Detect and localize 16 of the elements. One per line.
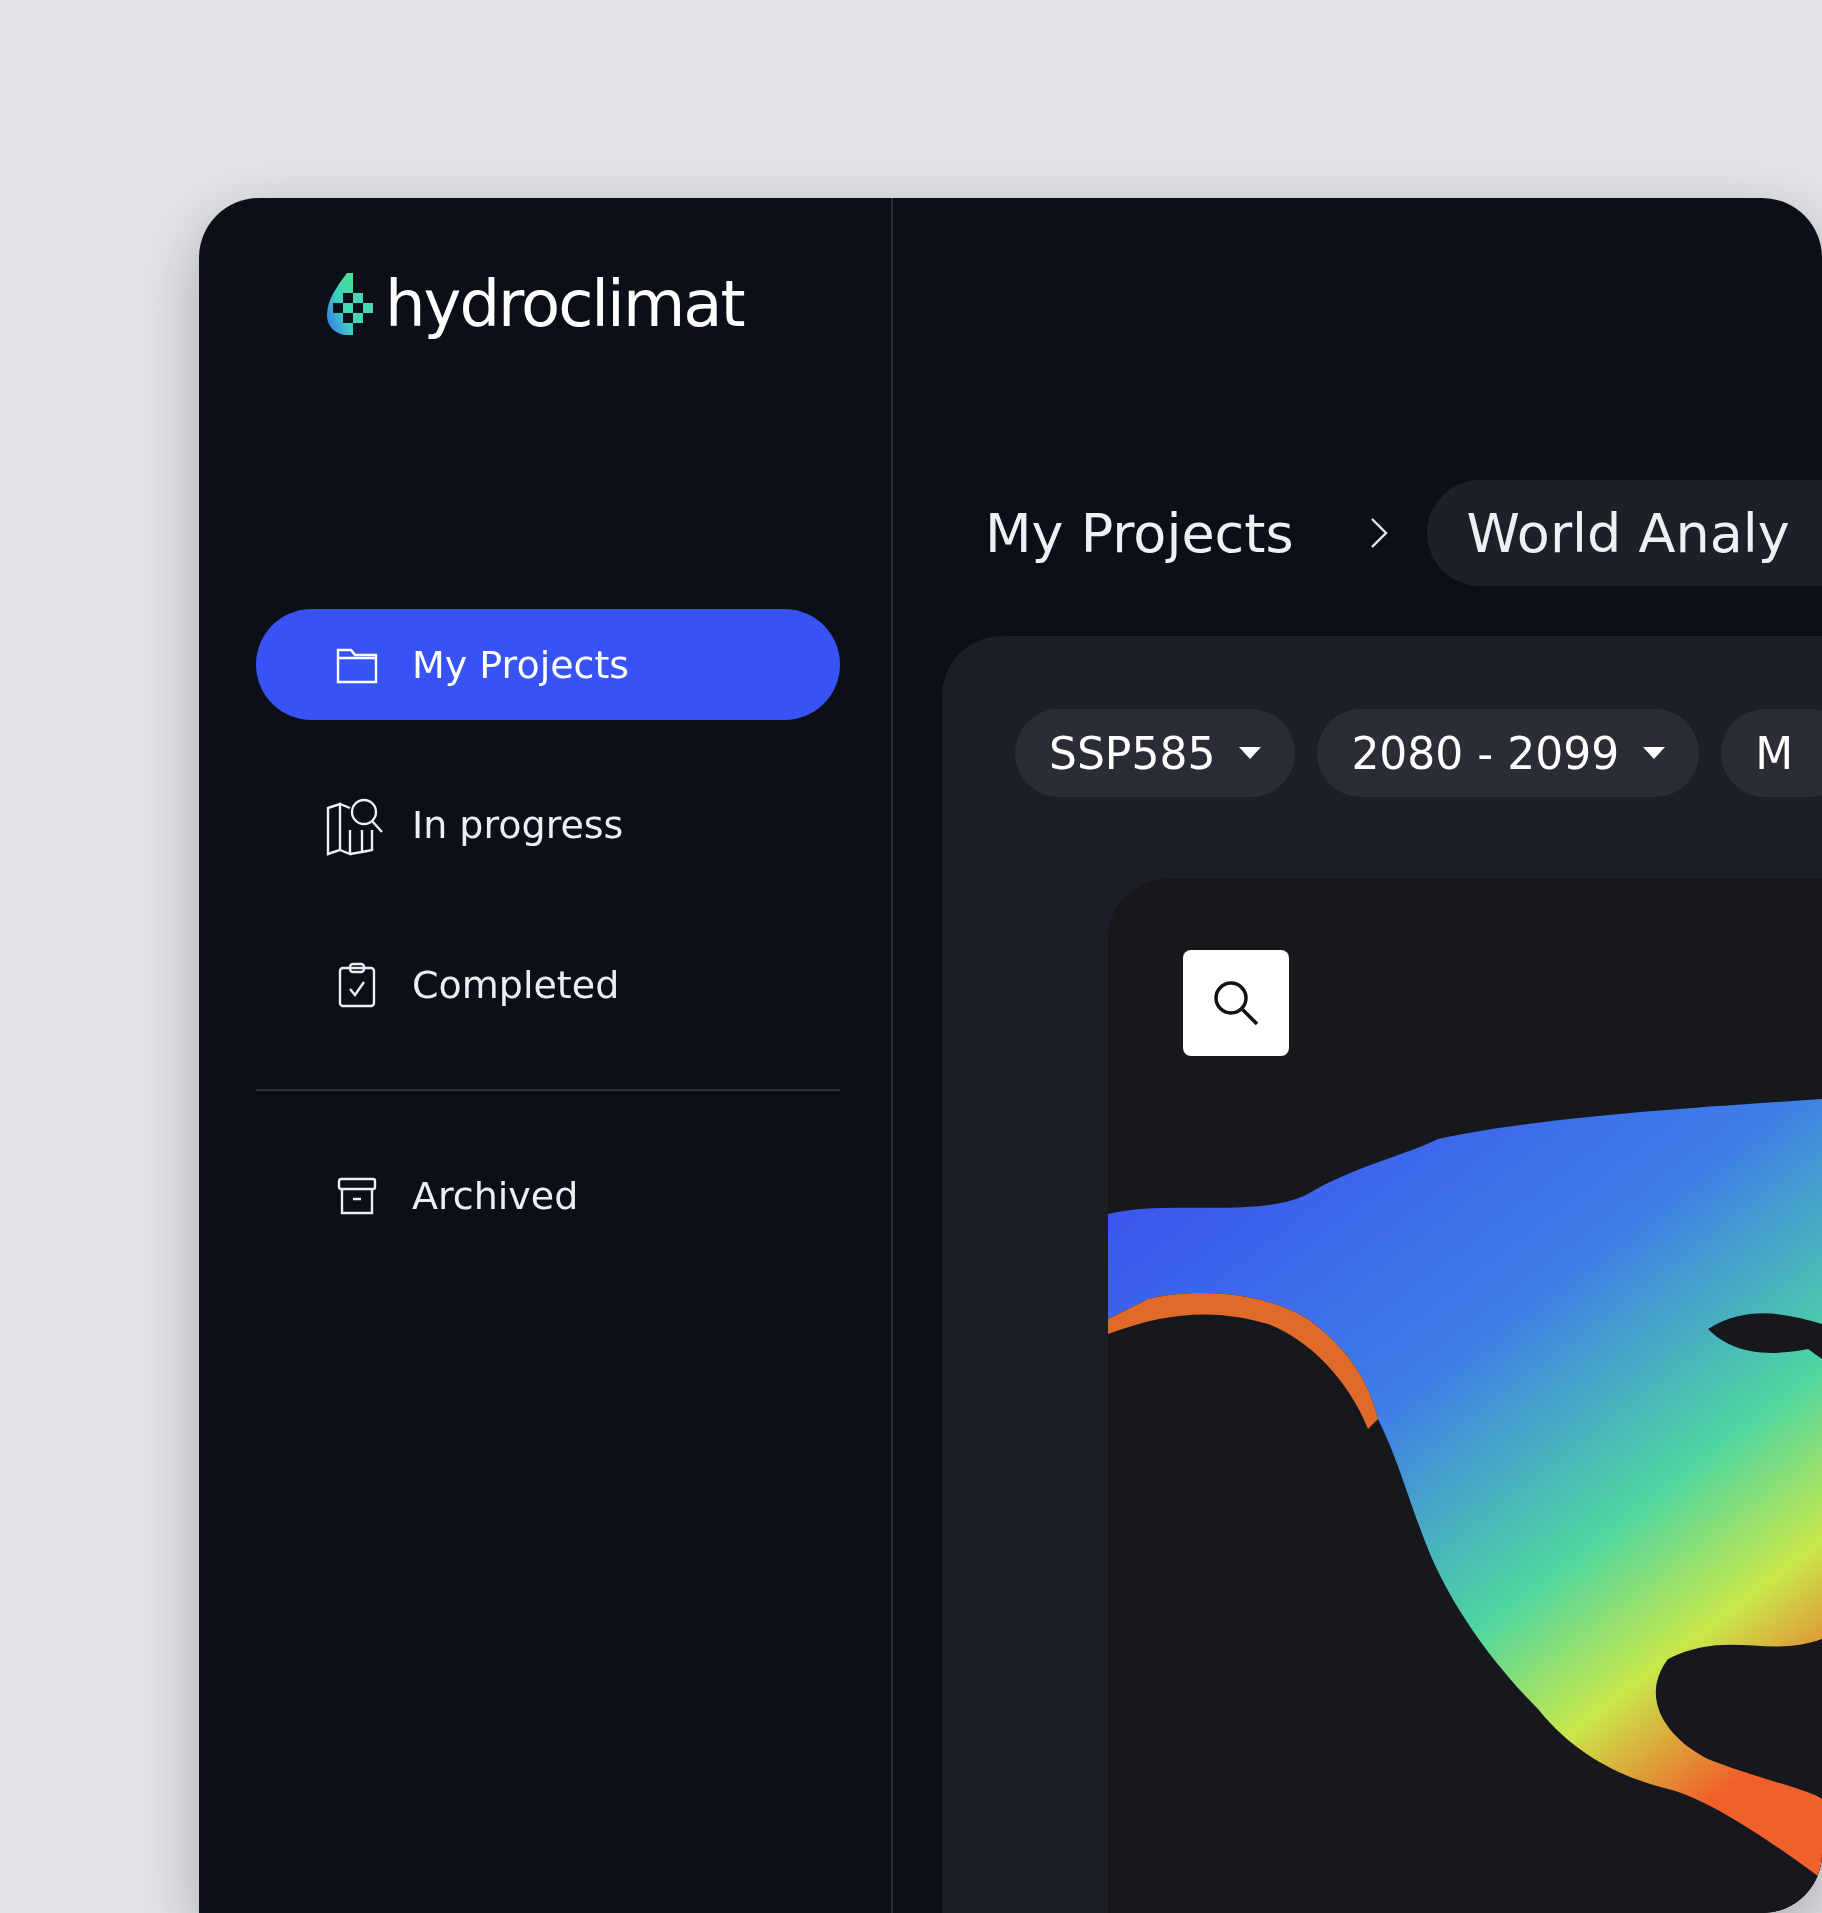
sidebar-item[interactable]: My Projects	[256, 609, 840, 720]
logo-icon	[327, 271, 375, 337]
search-button[interactable]	[1183, 950, 1289, 1056]
sidebar-item[interactable]: Completed	[256, 929, 840, 1040]
caret-icon	[1643, 747, 1666, 759]
sidebar-item[interactable]: In progress	[256, 769, 840, 880]
filter-dropdown[interactable]: 2080 - 2099	[1317, 709, 1700, 797]
sidebar-item[interactable]: Archived	[256, 1140, 840, 1251]
filter-dropdown[interactable]: SSP585	[1015, 709, 1296, 797]
breadcrumb-link[interactable]: My Projects	[985, 480, 1294, 586]
search-icon	[1211, 978, 1261, 1028]
caret-icon	[1239, 747, 1262, 759]
breadcrumb-link[interactable]: World Analy	[1426, 480, 1822, 586]
filter-dropdown[interactable]: M	[1721, 709, 1822, 797]
chevron-right-icon	[1368, 516, 1389, 550]
logo-text: hydroclimat	[385, 267, 744, 341]
